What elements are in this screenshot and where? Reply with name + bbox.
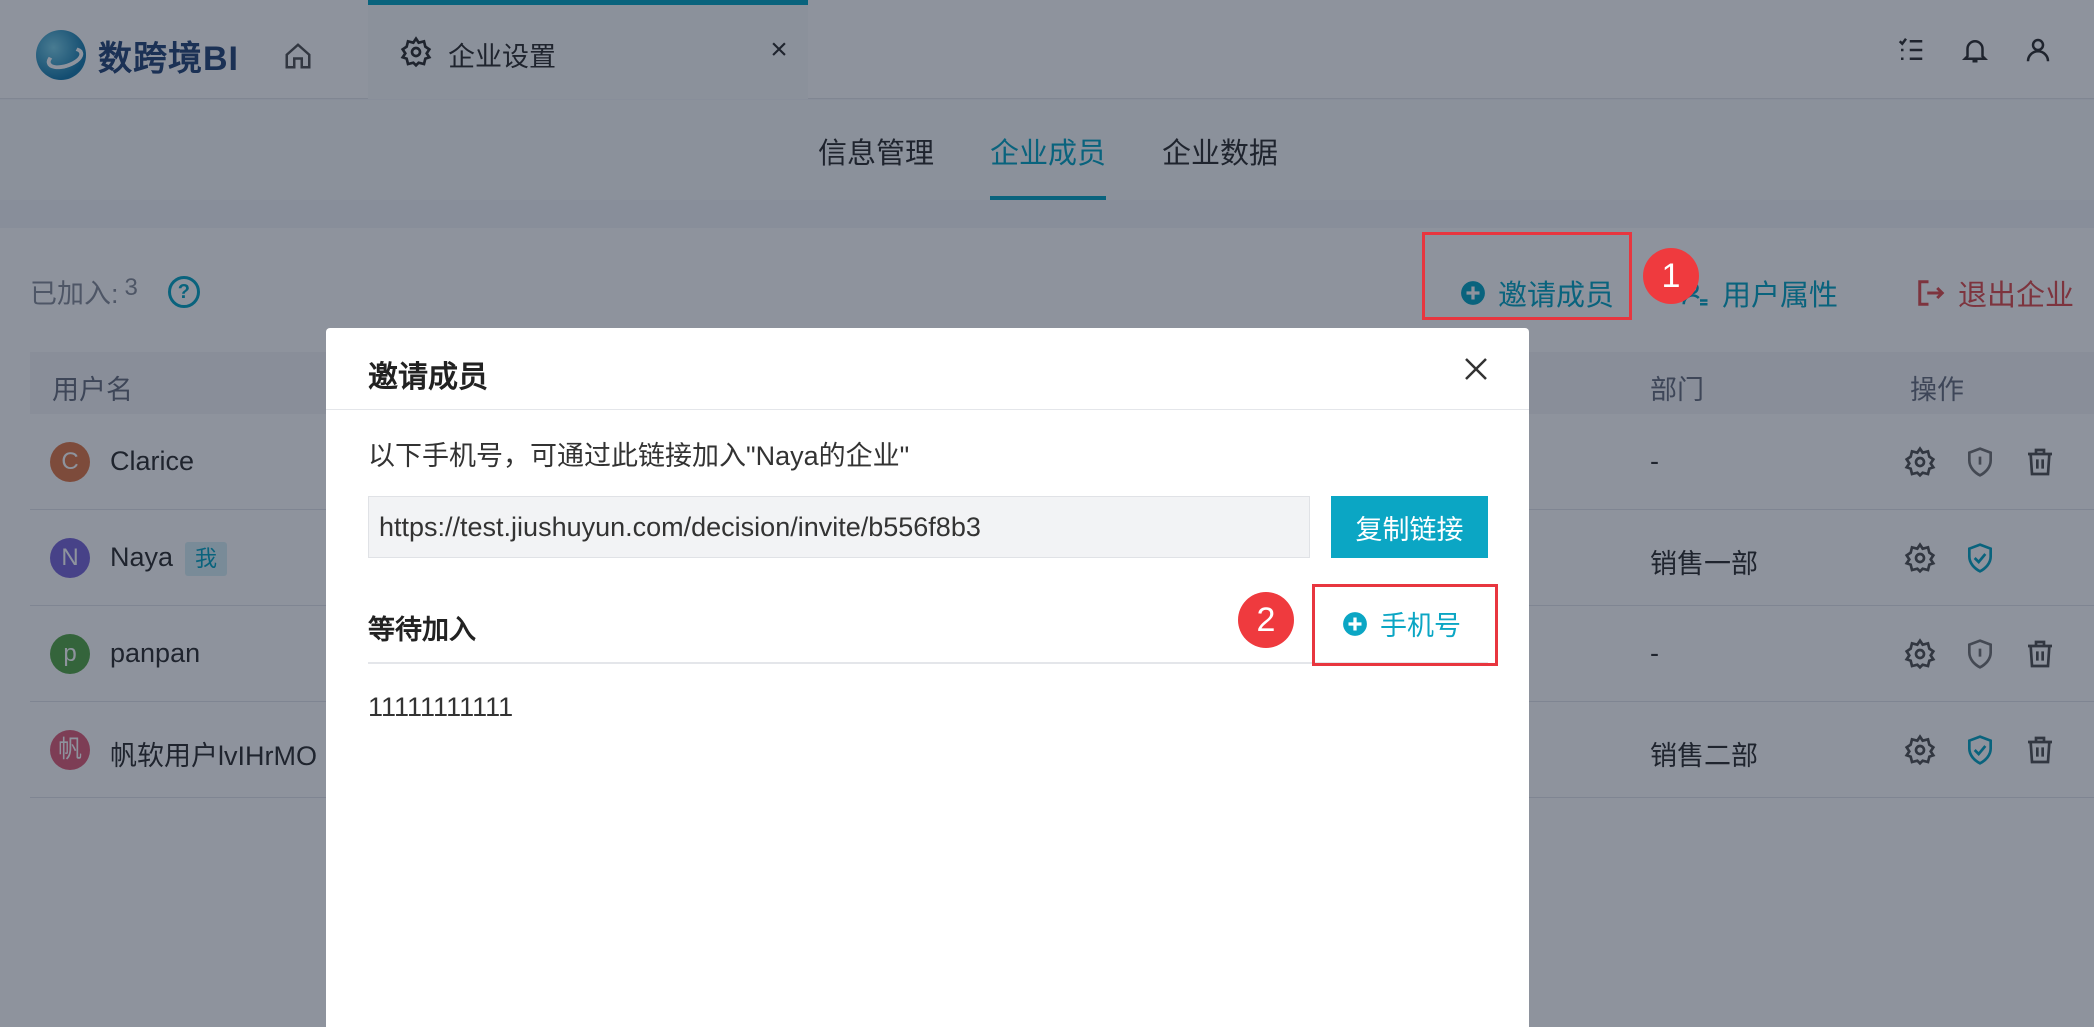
annotation-badge-2: 2 (1238, 592, 1294, 648)
highlight-add-phone (1312, 584, 1498, 666)
pending-title: 等待加入 (368, 615, 476, 645)
pending-phone-item: 11111111111 (368, 692, 514, 722)
dialog-title: 邀请成员 (368, 361, 488, 394)
invite-link-field[interactable] (368, 496, 1310, 558)
invite-member-dialog: 邀请成员 以下手机号，可通过此链接加入"Naya的企业" 复制链接 等待加入 手… (326, 328, 1529, 1027)
dialog-header: 邀请成员 (326, 328, 1529, 410)
annotation-badge-1: 1 (1643, 248, 1699, 304)
dialog-description: 以下手机号，可通过此链接加入"Naya的企业" (368, 441, 910, 471)
copy-link-button[interactable]: 复制链接 (1331, 496, 1488, 558)
highlight-invite-member (1422, 232, 1632, 320)
close-icon[interactable] (1461, 354, 1491, 384)
